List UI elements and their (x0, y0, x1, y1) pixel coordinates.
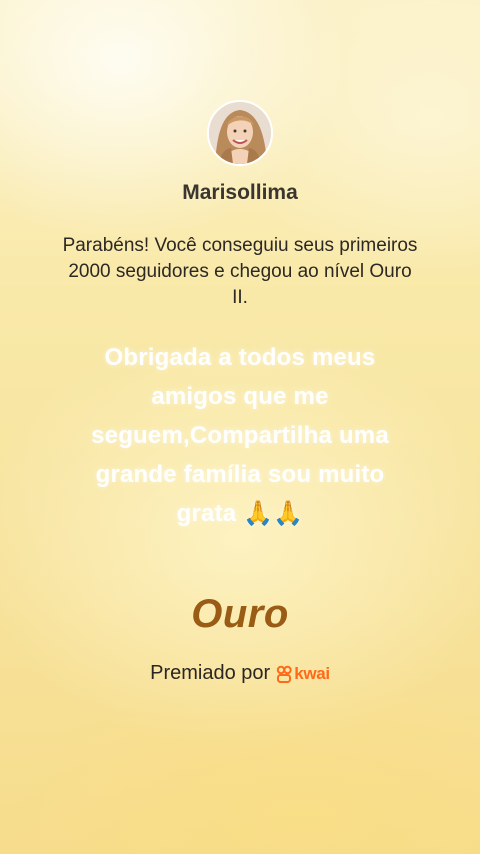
achievement-text: Parabéns! Você conseguiu seus primeiros … (62, 235, 418, 308)
kwai-logo-icon (277, 665, 292, 683)
awarded-by: Premiado por kwai (0, 662, 480, 685)
brand-name: kwai (294, 663, 330, 683)
brand-logo[interactable]: kwai (276, 664, 330, 684)
avatar-photo (209, 102, 271, 164)
username[interactable]: Marisollima (0, 181, 480, 205)
tier-badge: Ouro (191, 592, 289, 636)
thank-you-message: Obrigada a todos meus amigos que me segu… (91, 344, 389, 527)
awarded-by-label: Premiado por (150, 662, 271, 684)
avatar[interactable] (207, 100, 273, 166)
achievement-card: Marisollima Parabéns! Você conseguiu seu… (0, 0, 480, 854)
